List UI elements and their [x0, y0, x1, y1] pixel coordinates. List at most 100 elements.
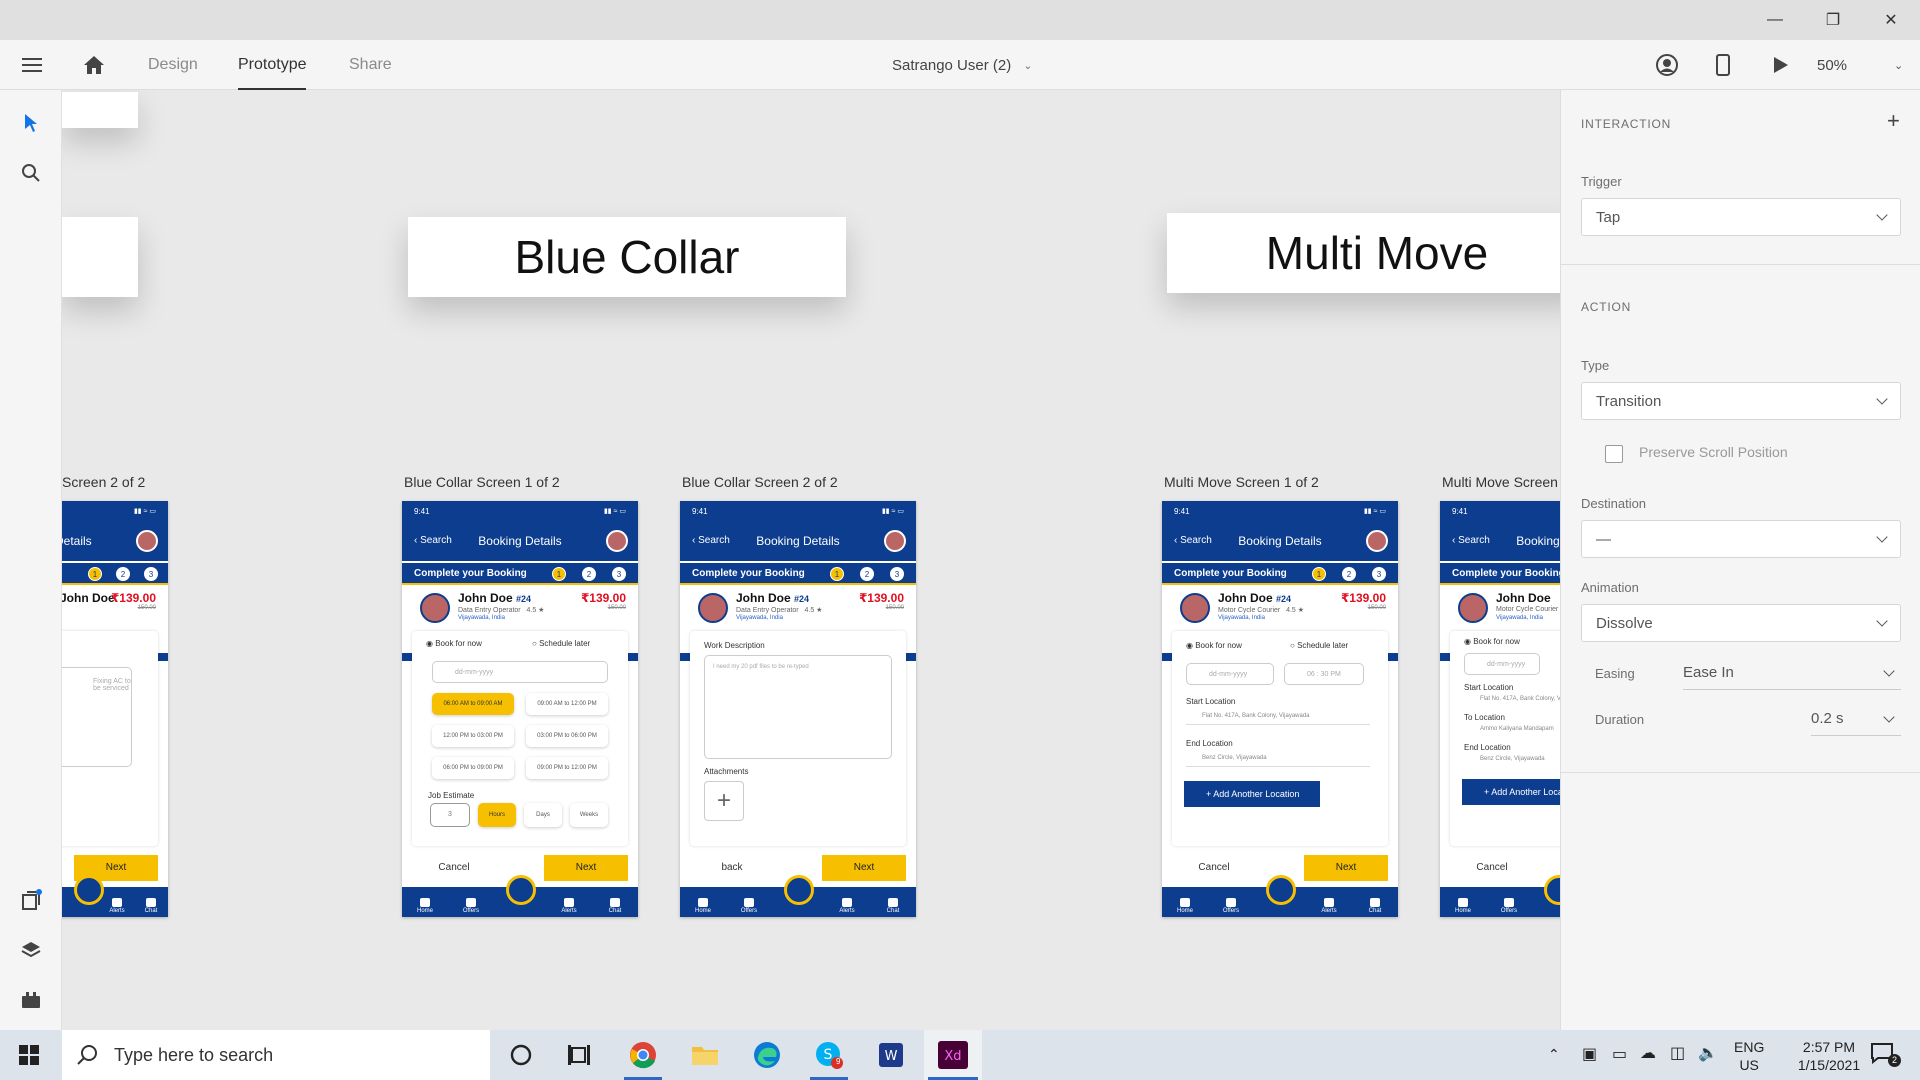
work-description-textarea[interactable]: I need my 20 pdf files to be re-typed	[704, 655, 892, 759]
nav-alerts[interactable]: Alerts	[554, 898, 584, 914]
nav-chat[interactable]: Chat	[1360, 898, 1390, 914]
nav-home[interactable]: Home	[1448, 898, 1478, 914]
artboard-label[interactable]: Multi Move Screen 1 of 2	[1164, 474, 1319, 490]
end-location-field[interactable]: Benz Circle, Vijayawada	[1186, 751, 1370, 767]
radio-book-now[interactable]: ◉ Book for now	[426, 639, 482, 648]
nav-home[interactable]: Home	[1170, 898, 1200, 914]
hamburger-menu-icon[interactable]	[22, 40, 42, 90]
next-button[interactable]: Next	[1304, 855, 1388, 881]
edge-icon[interactable]	[738, 1030, 796, 1080]
artboard-label[interactable]: Multi Move Screen	[1442, 474, 1558, 490]
taskbar-search-box[interactable]: Type here to search	[62, 1030, 490, 1080]
home-icon[interactable]	[83, 40, 105, 90]
add-interaction-icon[interactable]: +	[1887, 108, 1900, 134]
nav-home[interactable]: Home	[410, 898, 440, 914]
unit-hours[interactable]: Hours	[478, 803, 516, 827]
artboard-label[interactable]: Screen 2 of 2	[62, 474, 145, 490]
layers-icon[interactable]	[18, 937, 44, 963]
unit-weeks[interactable]: Weeks	[570, 803, 608, 827]
animation-select[interactable]: Dissolve	[1581, 604, 1901, 642]
nav-offers[interactable]: Offers	[1216, 898, 1246, 914]
cancel-button[interactable]: Cancel	[414, 855, 494, 881]
fab-button[interactable]	[74, 875, 104, 905]
battery-icon[interactable]: ▭	[1612, 1044, 1627, 1064]
add-attachment-button[interactable]: +	[704, 781, 744, 821]
duration-select[interactable]: 0.2 s	[1811, 702, 1901, 736]
radio-book-now[interactable]: ◉ Book for now	[1186, 641, 1242, 650]
heading-blue-collar[interactable]: Blue Collar	[408, 217, 846, 297]
tab-share[interactable]: Share	[349, 40, 392, 90]
artboard-blue-collar-1[interactable]: 9:41 ▮▮ ≈ ▭ ‹ Search Booking Details Com…	[402, 501, 638, 917]
design-canvas[interactable]: Blue Collar Multi Move Screen 2 of 2 Blu…	[62, 90, 1560, 1030]
notifications-icon[interactable]: 2	[1870, 1042, 1901, 1068]
zoom-tool-icon[interactable]	[18, 160, 44, 186]
start-location-field[interactable]: Flat No. 417A, Bank Colony, Vijayawada	[1464, 693, 1560, 707]
nav-chat[interactable]: Chat	[600, 898, 630, 914]
time-slot[interactable]: 12:00 PM to 03:00 PM	[432, 725, 514, 747]
add-location-button[interactable]: + Add Another Location	[1462, 779, 1560, 805]
to-location-field[interactable]: Ammo Kaliyana Mandapam	[1464, 723, 1560, 737]
radio-book-now[interactable]: ◉ Book for now	[1464, 637, 1520, 646]
artboard-label[interactable]: Blue Collar Screen 1 of 2	[404, 474, 560, 490]
time-slot[interactable]: 09:00 PM to 12:00 PM	[526, 757, 608, 779]
nav-home[interactable]: Home	[688, 898, 718, 914]
back-button[interactable]: back	[692, 855, 772, 881]
time-slot[interactable]: 06:00 AM to 09:00 AM	[432, 693, 514, 715]
writer-app-icon[interactable]: W	[862, 1030, 920, 1080]
radio-schedule-later[interactable]: ○ Schedule later	[1290, 641, 1348, 650]
play-icon[interactable]	[1773, 40, 1789, 90]
device-icon[interactable]: ▣	[1582, 1044, 1597, 1064]
nav-chat[interactable]: Chat	[878, 898, 908, 914]
nav-alerts[interactable]: Alerts	[832, 898, 862, 914]
cancel-button[interactable]: Cancel	[1174, 855, 1254, 881]
date-field[interactable]: dd-mm-yyyy	[1186, 663, 1274, 685]
preserve-scroll-checkbox[interactable]	[1605, 445, 1623, 463]
user-share-icon[interactable]	[1656, 40, 1678, 90]
network-icon[interactable]: ◫	[1670, 1043, 1685, 1063]
artboard-screen-cutoff[interactable]: ▮▮ ≈ ▭ Booking Details Complete your Boo…	[62, 501, 168, 917]
task-view-icon[interactable]	[550, 1030, 608, 1080]
adobe-xd-icon[interactable]: Xd	[924, 1030, 982, 1080]
file-explorer-icon[interactable]	[676, 1030, 734, 1080]
date-field[interactable]: dd-mm-yyyy	[1464, 653, 1540, 675]
windows-start-icon[interactable]	[0, 1030, 58, 1080]
easing-select[interactable]: Ease In	[1683, 656, 1901, 690]
nav-alerts[interactable]: Alerts	[102, 898, 132, 914]
end-location-field[interactable]: Benz Circle, Vijayawada	[1464, 753, 1560, 767]
artboard-multi-move-1[interactable]: 9:41 ▮▮ ≈ ▭ ‹ Search Booking Details Com…	[1162, 501, 1398, 917]
minimize-icon[interactable]: —	[1746, 0, 1804, 40]
tab-design[interactable]: Design	[148, 40, 198, 90]
next-button[interactable]: Next	[544, 855, 628, 881]
cancel-button[interactable]: Cancel	[1452, 855, 1532, 881]
language-indicator[interactable]: ENG US	[1734, 1038, 1764, 1074]
heading-card-cutoff-2[interactable]	[62, 217, 138, 297]
nav-offers[interactable]: Offers	[734, 898, 764, 914]
tab-prototype[interactable]: Prototype	[238, 40, 307, 90]
unit-days[interactable]: Days	[524, 803, 562, 827]
nav-offers[interactable]: Offers	[1494, 898, 1524, 914]
fab-button[interactable]	[784, 875, 814, 905]
chrome-icon[interactable]	[614, 1030, 672, 1080]
artboard-blue-collar-2[interactable]: 9:41 ▮▮ ≈ ▭ ‹ Search Booking Details Com…	[680, 501, 916, 917]
cortana-icon[interactable]	[492, 1030, 550, 1080]
destination-select[interactable]: —	[1581, 520, 1901, 558]
radio-schedule-later[interactable]: ○ Schedule later	[532, 639, 590, 648]
skype-icon[interactable]: S 9	[800, 1030, 858, 1080]
time-slot[interactable]: 09:00 AM to 12:00 PM	[526, 693, 608, 715]
show-hidden-icons-icon[interactable]: ⌃	[1548, 1046, 1560, 1063]
device-preview-icon[interactable]	[1716, 40, 1730, 90]
document-assets-icon[interactable]	[18, 887, 44, 913]
plugins-icon[interactable]	[18, 987, 44, 1013]
zoom-level[interactable]: 50%	[1817, 40, 1847, 90]
heading-card-cutoff[interactable]	[62, 92, 138, 128]
restore-icon[interactable]: ❐	[1804, 0, 1862, 40]
artboard-label[interactable]: Blue Collar Screen 2 of 2	[682, 474, 838, 490]
time-slot[interactable]: 06:00 PM to 09:00 PM	[432, 757, 514, 779]
close-icon[interactable]: ✕	[1862, 0, 1920, 40]
start-location-field[interactable]: Flat No. 417A, Bank Colony, Vijayawada	[1186, 709, 1370, 725]
nav-chat[interactable]: Chat	[136, 898, 166, 914]
nav-alerts[interactable]: Alerts	[1314, 898, 1344, 914]
type-select[interactable]: Transition	[1581, 382, 1901, 420]
next-button[interactable]: Next	[822, 855, 906, 881]
artboard-multi-move-2[interactable]: 9:41 ‹ Search Booking Details Complete y…	[1440, 501, 1560, 917]
